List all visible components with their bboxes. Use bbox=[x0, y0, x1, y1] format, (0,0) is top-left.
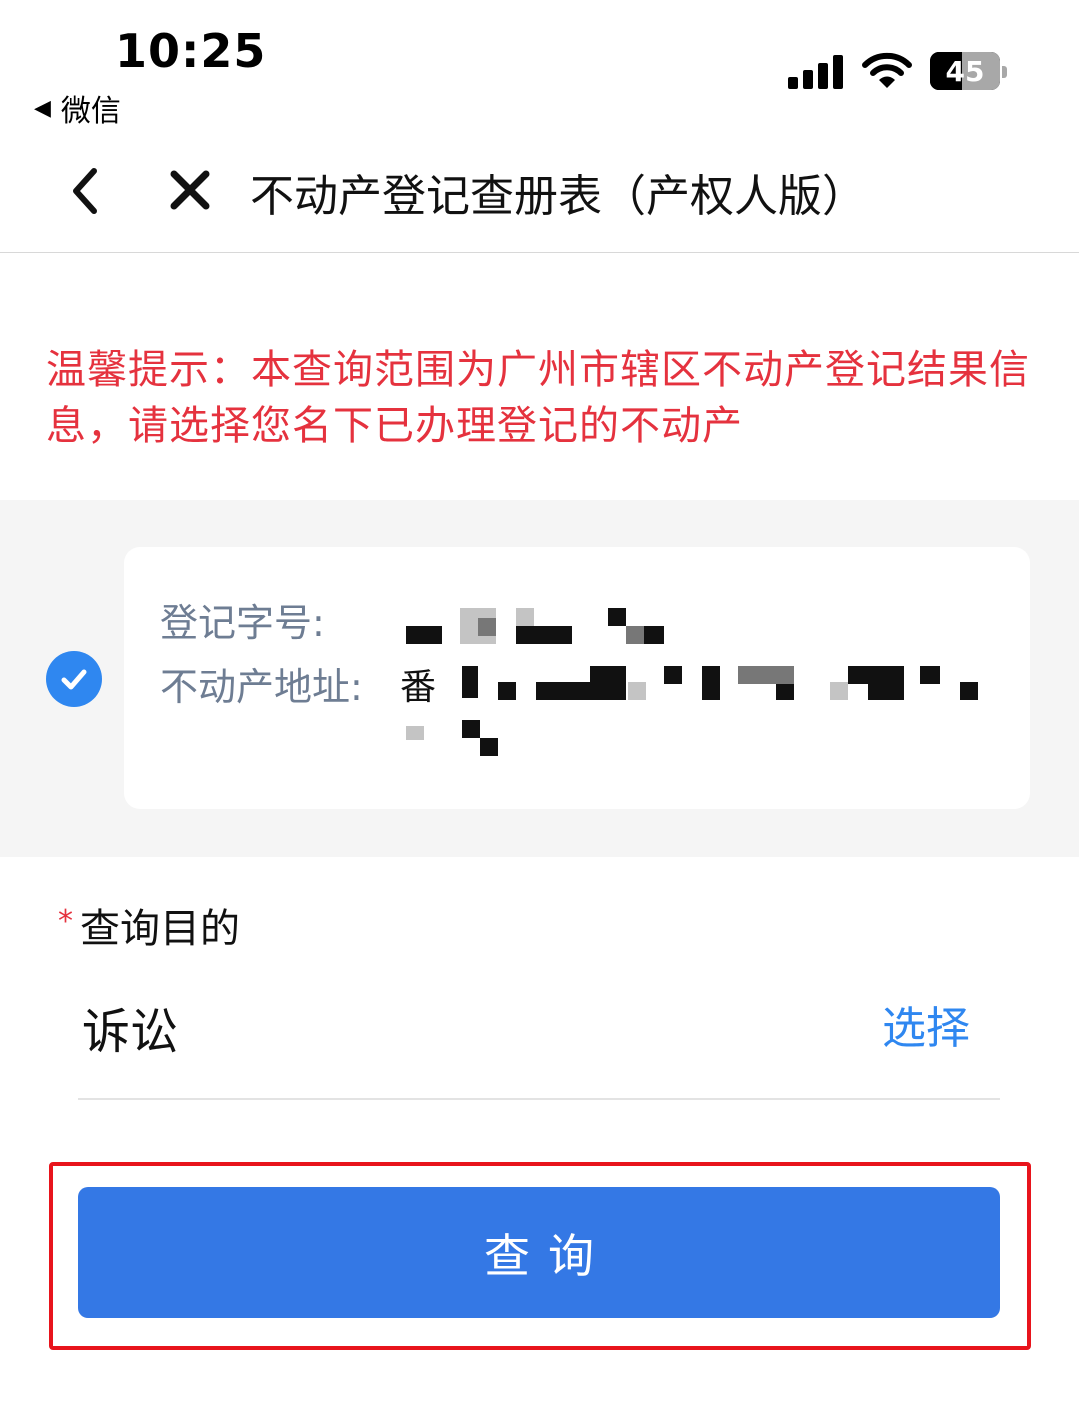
check-icon bbox=[61, 669, 87, 690]
status-time: 10:25 bbox=[115, 24, 267, 78]
required-mark: * bbox=[58, 904, 73, 939]
redacted-mosaic bbox=[400, 600, 1000, 760]
back-app-label: 微信 bbox=[60, 94, 121, 129]
cellular-signal-icon bbox=[788, 55, 844, 89]
query-purpose-label: 查询目的 bbox=[80, 906, 240, 952]
registration-number-label: 登记字号: bbox=[160, 601, 325, 645]
back-triangle-icon: ◀ bbox=[34, 95, 51, 121]
close-icon[interactable] bbox=[168, 168, 212, 212]
back-to-app-link[interactable]: ◀ 微信 bbox=[34, 86, 121, 130]
property-address-label: 不动产地址: bbox=[160, 665, 363, 709]
battery-cap bbox=[1002, 66, 1007, 78]
chevron-left-icon[interactable] bbox=[66, 165, 106, 217]
battery-icon: 45 bbox=[930, 52, 1000, 90]
query-button[interactable]: 查询 bbox=[78, 1187, 1000, 1318]
nav-divider bbox=[0, 252, 1079, 253]
select-purpose-link[interactable]: 选择 bbox=[882, 992, 970, 1056]
page-title: 不动产登记查册表（产权人版） bbox=[250, 171, 866, 222]
checkbox-checked-icon[interactable] bbox=[46, 651, 102, 707]
warm-tip-text: 温馨提示：本查询范围为广州市辖区不动产登记结果信息，请选择您名下已办理登记的不动… bbox=[46, 347, 1030, 449]
battery-level: 45 bbox=[945, 54, 985, 88]
purpose-divider bbox=[78, 1098, 1000, 1100]
wifi-icon bbox=[862, 52, 912, 88]
query-purpose-value: 诉讼 bbox=[82, 1004, 179, 1060]
